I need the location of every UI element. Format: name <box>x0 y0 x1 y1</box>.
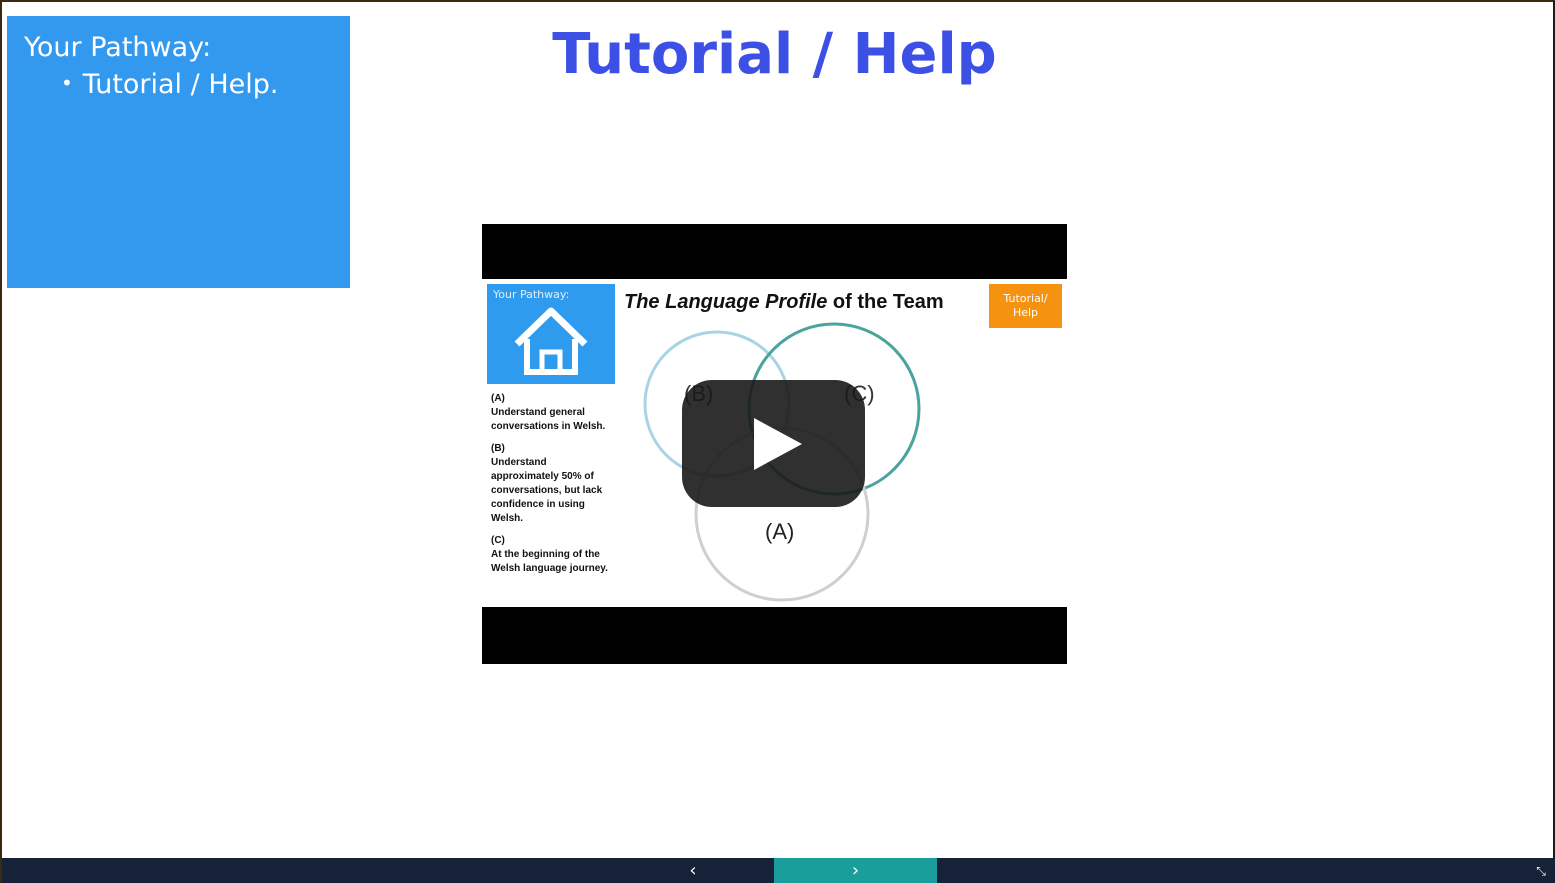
chevron-left-icon: ‹ <box>689 860 697 881</box>
play-icon <box>754 418 802 470</box>
next-button[interactable]: › <box>774 858 937 883</box>
home-icon <box>514 307 588 375</box>
video-player[interactable]: Your Pathway: The Language Profile of th… <box>482 224 1067 664</box>
navigation-bar: ‹ › ⤡ <box>2 858 1555 883</box>
thumbnail-tutorial-badge: Tutorial/ Help <box>989 284 1062 328</box>
venn-label-a: (A) <box>765 519 794 544</box>
page-title: Tutorial / Help <box>552 22 997 87</box>
thumbnail-legend: (A) Understand general conversations in W… <box>491 392 616 584</box>
thumbnail-pathway-box: Your Pathway: <box>487 284 615 384</box>
chevron-right-icon: › <box>851 860 860 881</box>
expand-icon: ⤡ <box>1536 864 1546 878</box>
legend-item-c: (C) At the beginning of the Welsh languag… <box>491 535 608 574</box>
fullscreen-button[interactable]: ⤡ <box>1533 863 1549 879</box>
thumbnail-title: The Language Profile of the Team <box>624 291 944 313</box>
legend-item-a: (A) Understand general conversations in W… <box>491 393 606 432</box>
legend-item-b: (B) Understand approximately 50% of conve… <box>491 443 603 524</box>
previous-button[interactable]: ‹ <box>612 858 774 883</box>
slide-frame: Your Pathway: • Tutorial / Help. Tutorial… <box>0 0 1555 883</box>
play-button[interactable] <box>682 380 865 507</box>
